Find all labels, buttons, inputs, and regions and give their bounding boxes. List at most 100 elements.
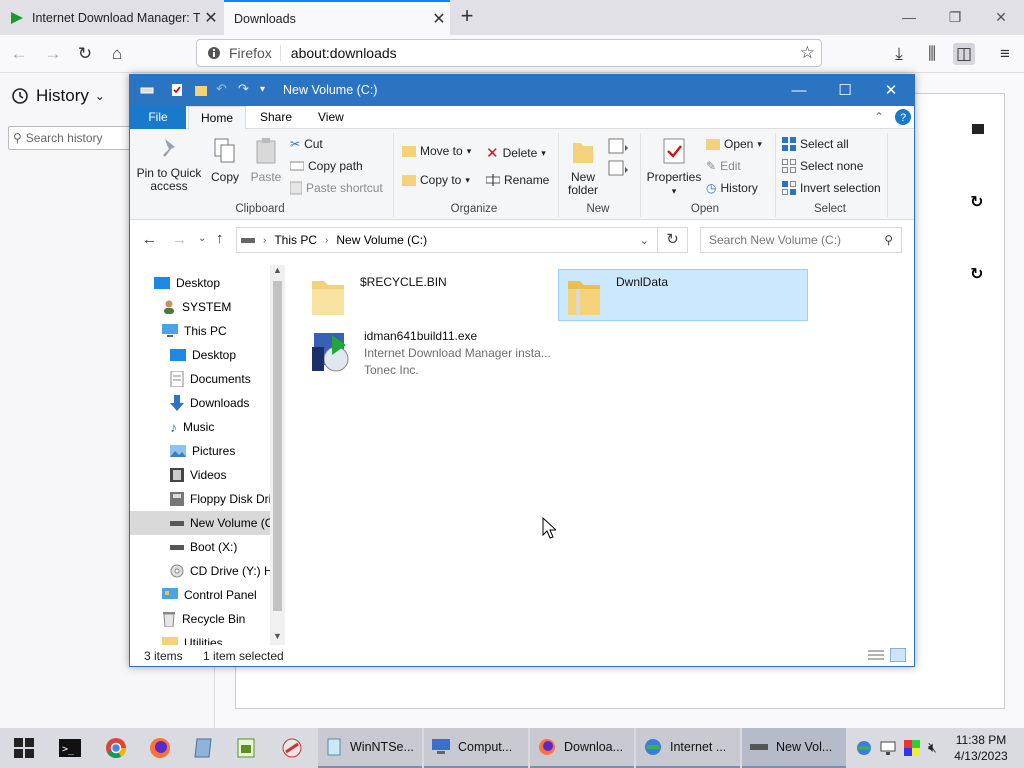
select-none-button[interactable]: Select none (782, 159, 863, 173)
edit-button[interactable]: ✎ Edit (706, 159, 741, 173)
nav-floppy[interactable]: Floppy Disk Dri (130, 487, 270, 511)
nav-recycle-bin[interactable]: Recycle Bin (130, 607, 270, 631)
invert-selection-button[interactable]: Invert selection (782, 181, 881, 195)
nav-documents[interactable]: Documents (130, 367, 270, 391)
address-dropdown-icon[interactable]: ⌄ (640, 234, 649, 247)
taskbar-firefox[interactable] (138, 728, 182, 768)
nav-boot[interactable]: Boot (X:) (130, 535, 270, 559)
menu-icon[interactable]: ≡ (994, 43, 1016, 65)
taskbar-cmd[interactable]: >_ (48, 728, 92, 768)
retry-icon[interactable]: ↻ (970, 264, 983, 284)
up-icon[interactable]: ↑ (216, 230, 224, 247)
sidebar-icon[interactable]: ◫ (953, 43, 975, 65)
delete-button[interactable]: ✕ Delete ▾ (486, 144, 546, 162)
details-view-icon[interactable] (868, 649, 884, 661)
taskbar-window-new-volume[interactable]: New Vol... (742, 728, 846, 768)
tab-file[interactable]: File (130, 106, 186, 129)
nav-desktop[interactable]: Desktop (130, 271, 270, 295)
file-item-recycle[interactable]: $RECYCLE.BIN (310, 275, 447, 317)
url-bar[interactable]: Firefox about:downloads ☆ (196, 39, 822, 67)
scroll-down-icon[interactable]: ▼ (273, 631, 282, 641)
search-input[interactable]: Search New Volume (C:) ⚲ (700, 227, 902, 253)
nav-music[interactable]: ♪ Music (130, 415, 270, 439)
tray-idm-icon[interactable] (856, 740, 872, 756)
new-folder-button[interactable]: New folder (564, 137, 602, 197)
back-icon[interactable]: ← (8, 43, 30, 65)
nav-utilities[interactable]: Utilities (130, 631, 270, 645)
minimize-icon[interactable]: — (776, 75, 822, 106)
nav-pictures[interactable]: Pictures (130, 439, 270, 463)
large-icons-view-icon[interactable] (890, 648, 906, 662)
taskbar-app-green[interactable] (224, 728, 268, 768)
breadcrumb-this-pc[interactable]: This PC (274, 233, 317, 247)
nav-desktop-pc[interactable]: Desktop (130, 343, 270, 367)
tab-view[interactable]: View (306, 106, 356, 129)
nav-new-volume[interactable]: New Volume (C (130, 511, 270, 535)
help-icon[interactable]: ? (895, 109, 911, 125)
taskbar-app-tools[interactable] (270, 728, 314, 768)
scroll-up-icon[interactable]: ▲ (273, 265, 282, 275)
taskbar-window-downloads[interactable]: Downloa... (530, 728, 634, 768)
bookmark-star-icon[interactable]: ☆ (800, 43, 815, 63)
minimize-icon[interactable]: — (898, 6, 920, 28)
pin-quick-access-button[interactable]: Pin to Quick access (136, 137, 202, 193)
file-item-idman-exe[interactable]: idman641build11.exe Internet Download Ma… (310, 329, 551, 377)
properties-button[interactable]: Properties ▾ (644, 137, 704, 198)
tab-downloads[interactable]: Downloads ✕ (224, 0, 450, 35)
start-button[interactable] (2, 728, 46, 768)
new-tab-button[interactable]: + (456, 4, 478, 30)
easy-access-icon[interactable] (608, 159, 630, 177)
copy-button[interactable]: Copy (206, 137, 244, 184)
taskbar-window-computer[interactable]: Comput... (424, 728, 528, 768)
copy-to-button[interactable]: Copy to ▾ (402, 173, 470, 187)
properties-icon[interactable] (170, 83, 184, 97)
undo-icon[interactable]: ↶ (216, 81, 230, 96)
tab-home[interactable]: Home (188, 106, 247, 130)
nav-downloads[interactable]: Downloads (130, 391, 270, 415)
history-search-input[interactable]: ⚲ Search history (8, 126, 132, 150)
tab-share[interactable]: Share (248, 106, 304, 129)
customize-chevron-icon[interactable]: ▾ (260, 84, 274, 98)
scrollbar-thumb[interactable] (273, 281, 282, 611)
rename-button[interactable]: Rename (486, 173, 549, 187)
close-icon[interactable]: ✕ (200, 8, 222, 28)
restore-icon[interactable]: ❐ (944, 6, 966, 28)
close-icon[interactable]: ✕ (428, 9, 450, 29)
select-all-button[interactable]: Select all (782, 137, 849, 151)
tray-color-icon[interactable] (904, 740, 920, 756)
redo-icon[interactable]: ↷ (238, 81, 252, 96)
reload-icon[interactable]: ↻ (74, 43, 96, 65)
taskbar-chrome[interactable] (94, 728, 138, 768)
recent-chevron-icon[interactable]: ⌄ (198, 233, 206, 244)
copy-path-button[interactable]: Copy path (290, 159, 363, 173)
nav-control-panel[interactable]: Control Panel (130, 583, 270, 607)
library-icon[interactable]: ⫼ (921, 43, 943, 65)
maximize-icon[interactable]: ☐ (822, 75, 868, 106)
download-icon[interactable]: ⤓ (888, 43, 910, 65)
file-item-dwnldata[interactable]: DwnlData (566, 275, 668, 317)
taskbar-window-winntsetup[interactable]: WinNTSe... (318, 728, 422, 768)
home-icon[interactable]: ⌂ (106, 43, 128, 65)
volume-muted-icon[interactable]: 🔇︎ (928, 739, 937, 756)
paste-shortcut-button[interactable]: Paste shortcut (290, 181, 383, 195)
paste-button[interactable]: Paste (248, 137, 284, 184)
history-header[interactable]: History ⌄ (12, 86, 105, 106)
new-item-icon[interactable] (608, 137, 630, 155)
tab-idm[interactable]: Internet Download Manager: T ✕ (0, 0, 222, 35)
open-button[interactable]: Open ▾ (706, 137, 762, 151)
title-bar[interactable]: ↶ ↷ ▾ New Volume (C:) — ☐ ✕ (130, 75, 914, 106)
taskbar-window-internet[interactable]: Internet ... (636, 728, 740, 768)
move-to-button[interactable]: Move to ▾ (402, 144, 471, 158)
taskbar-app-blue[interactable] (182, 728, 226, 768)
back-icon[interactable]: ← (142, 231, 157, 248)
refresh-button[interactable]: ↻ (658, 227, 688, 253)
breadcrumb-current[interactable]: New Volume (C:) (336, 233, 427, 247)
cut-button[interactable]: ✂ Cut (290, 137, 323, 151)
close-window-icon[interactable]: ✕ (990, 6, 1012, 28)
nav-cd-drive[interactable]: CD Drive (Y:) H (130, 559, 270, 583)
forward-icon[interactable]: → (172, 231, 187, 248)
nav-videos[interactable]: Videos (130, 463, 270, 487)
close-icon[interactable]: ✕ (868, 75, 914, 106)
nav-this-pc[interactable]: This PC (130, 319, 270, 343)
folder-icon[interactable] (972, 124, 984, 134)
